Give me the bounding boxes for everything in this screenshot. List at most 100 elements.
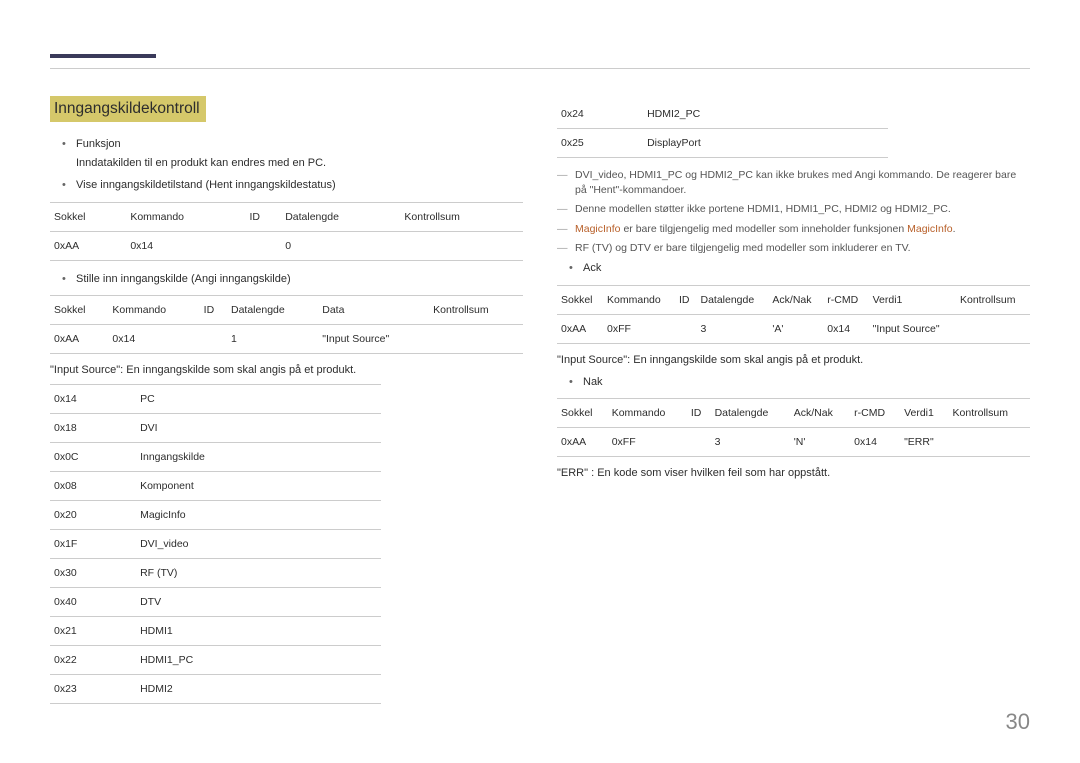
table-header-row: Sokkel Kommando ID Datalengde Data Kontr… bbox=[50, 296, 523, 325]
th: Datalengde bbox=[696, 285, 768, 314]
code-value: 0x18 bbox=[50, 414, 136, 443]
right-column: 0x24HDMI2_PC0x25DisplayPort DVI_video, H… bbox=[557, 96, 1030, 714]
table-row: 0xAA 0xFF 3 'N' 0x14 "ERR" bbox=[557, 428, 1030, 457]
page-number: 30 bbox=[1006, 709, 1030, 735]
th: Kontrollsum bbox=[429, 296, 523, 325]
table-row: 0xAA 0x14 1 "Input Source" bbox=[50, 325, 523, 354]
code-label: HDMI2 bbox=[136, 675, 381, 704]
th: Kontrollsum bbox=[949, 399, 1030, 428]
code-value: 0x0C bbox=[50, 443, 136, 472]
code-value: 0x08 bbox=[50, 472, 136, 501]
code-value: 0x23 bbox=[50, 675, 136, 704]
table-row: 0x22HDMI1_PC bbox=[50, 646, 381, 675]
bullet-list: Ack bbox=[557, 260, 1030, 277]
th: Data bbox=[318, 296, 429, 325]
th: Kontrollsum bbox=[956, 285, 1030, 314]
th: Datalengde bbox=[227, 296, 318, 325]
td: 0xFF bbox=[608, 428, 687, 457]
code-label: MagicInfo bbox=[136, 501, 381, 530]
code-label: HDMI1 bbox=[136, 617, 381, 646]
left-column: Inngangskildekontroll Funksjon Inndataki… bbox=[50, 96, 523, 714]
table-row: 0xAA 0xFF 3 'A' 0x14 "Input Source" bbox=[557, 314, 1030, 343]
table-row: 0x24HDMI2_PC bbox=[557, 100, 888, 129]
td bbox=[687, 428, 711, 457]
code-value: 0x21 bbox=[50, 617, 136, 646]
section-title: Inngangskildekontroll bbox=[50, 96, 206, 122]
err-desc: "ERR" : En kode som viser hvilken feil s… bbox=[557, 467, 1030, 479]
th: Kommando bbox=[608, 399, 687, 428]
bullet-vise: Vise inngangskildetilstand (Hent inngang… bbox=[50, 177, 523, 194]
th: Sokkel bbox=[50, 202, 126, 231]
td: 0 bbox=[281, 231, 400, 260]
magicinfo-term: MagicInfo bbox=[907, 223, 953, 235]
td: 0xFF bbox=[603, 314, 675, 343]
td: "Input Source" bbox=[869, 314, 956, 343]
td: 0xAA bbox=[50, 231, 126, 260]
code-value: 0x22 bbox=[50, 646, 136, 675]
td: "ERR" bbox=[900, 428, 948, 457]
th: Ack/Nak bbox=[790, 399, 850, 428]
code-label: DVI_video bbox=[136, 530, 381, 559]
td: 0x14 bbox=[108, 325, 199, 354]
th: Kommando bbox=[108, 296, 199, 325]
bullet-sub: Inndatakilden til en produkt kan endres … bbox=[76, 155, 523, 172]
table-source-codes-cont: 0x24HDMI2_PC0x25DisplayPort bbox=[557, 100, 888, 158]
th: Kommando bbox=[126, 202, 245, 231]
code-label: Komponent bbox=[136, 472, 381, 501]
th: ID bbox=[687, 399, 711, 428]
td: 0x14 bbox=[823, 314, 868, 343]
td: 'N' bbox=[790, 428, 850, 457]
code-value: 0x20 bbox=[50, 501, 136, 530]
td: 3 bbox=[696, 314, 768, 343]
td: "Input Source" bbox=[318, 325, 429, 354]
table-view-status: Sokkel Kommando ID Datalengde Kontrollsu… bbox=[50, 202, 523, 261]
td bbox=[949, 428, 1030, 457]
content-columns: Inngangskildekontroll Funksjon Inndataki… bbox=[50, 96, 1030, 714]
bullet-list: Funksjon Inndatakilden til en produkt ka… bbox=[50, 136, 523, 194]
table-source-codes: 0x14PC0x18DVI0x0CInngangskilde0x08Kompon… bbox=[50, 384, 381, 704]
header-rule bbox=[50, 68, 1030, 69]
code-value: 0x40 bbox=[50, 588, 136, 617]
code-value: 0x1F bbox=[50, 530, 136, 559]
note-magicinfo: MagicInfo er bare tilgjengelig med model… bbox=[557, 222, 1030, 237]
table-row: 0x0CInngangskilde bbox=[50, 443, 381, 472]
note-text: . bbox=[953, 223, 956, 235]
td: 3 bbox=[711, 428, 790, 457]
note-rf: RF (TV) og DTV er bare tilgjengelig med … bbox=[557, 241, 1030, 256]
table-row: 0x23HDMI2 bbox=[50, 675, 381, 704]
code-label: DTV bbox=[136, 588, 381, 617]
code-label: DVI bbox=[136, 414, 381, 443]
magicinfo-term: MagicInfo bbox=[575, 223, 621, 235]
th: Datalengde bbox=[711, 399, 790, 428]
table-row: 0x21HDMI1 bbox=[50, 617, 381, 646]
th: Sokkel bbox=[557, 399, 608, 428]
table-ack: Sokkel Kommando ID Datalengde Ack/Nak r-… bbox=[557, 285, 1030, 344]
th: Kommando bbox=[603, 285, 675, 314]
td: 0x14 bbox=[850, 428, 900, 457]
td: 0xAA bbox=[557, 314, 603, 343]
th: Datalengde bbox=[281, 202, 400, 231]
note-hdmi: Denne modellen støtter ikke portene HDMI… bbox=[557, 202, 1030, 217]
td bbox=[245, 231, 281, 260]
code-value: 0x14 bbox=[50, 385, 136, 414]
table-row: 0x30RF (TV) bbox=[50, 559, 381, 588]
td: 'A' bbox=[768, 314, 823, 343]
table-row: 0xAA 0x14 0 bbox=[50, 231, 523, 260]
bullet-ack: Ack bbox=[557, 260, 1030, 277]
bullet-list: Stille inn inngangskilde (Angi inngangsk… bbox=[50, 271, 523, 288]
note-text: er bare tilgjengelig med modeller som in… bbox=[621, 223, 908, 235]
bullet-stille: Stille inn inngangskilde (Angi inngangsk… bbox=[50, 271, 523, 288]
bullet-funksjon: Funksjon Inndatakilden til en produkt ka… bbox=[50, 136, 523, 171]
th: ID bbox=[675, 285, 697, 314]
code-value: 0x25 bbox=[557, 129, 643, 158]
td bbox=[200, 325, 227, 354]
table-set-source: Sokkel Kommando ID Datalengde Data Kontr… bbox=[50, 295, 523, 354]
note-dvi: DVI_video, HDMI1_PC og HDMI2_PC kan ikke… bbox=[557, 168, 1030, 198]
code-label: RF (TV) bbox=[136, 559, 381, 588]
th: ID bbox=[245, 202, 281, 231]
bullet-list: Nak bbox=[557, 374, 1030, 391]
code-label: HDMI1_PC bbox=[136, 646, 381, 675]
th: Ack/Nak bbox=[768, 285, 823, 314]
th: Sokkel bbox=[50, 296, 108, 325]
table-row: 0x18DVI bbox=[50, 414, 381, 443]
